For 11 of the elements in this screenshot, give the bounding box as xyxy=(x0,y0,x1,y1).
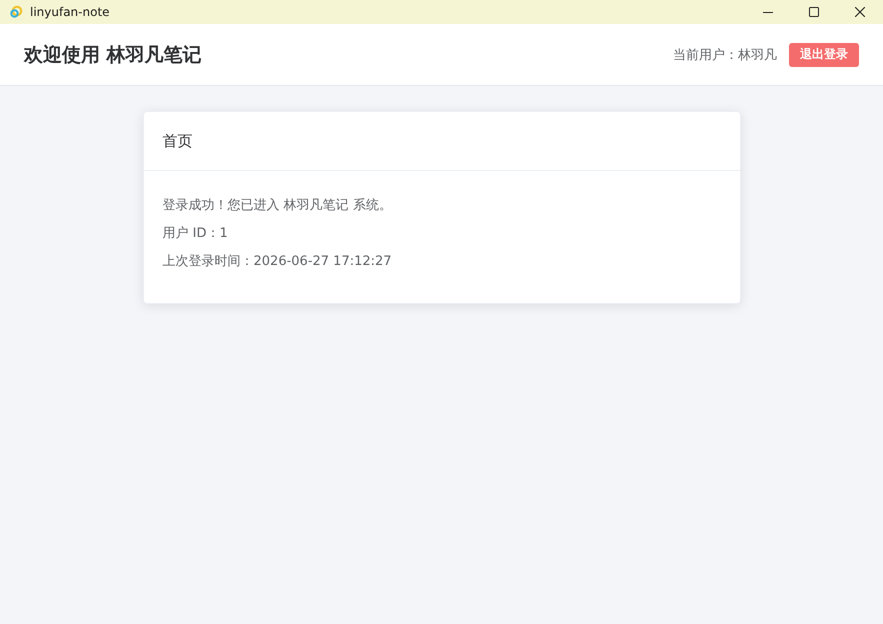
app-logo-icon xyxy=(9,5,23,19)
logout-button[interactable]: 退出登录 xyxy=(789,42,859,66)
close-icon xyxy=(855,7,865,17)
app-title: 欢迎使用 林羽凡笔记 xyxy=(24,42,202,68)
card-title: 首页 xyxy=(162,132,192,150)
current-user-label: 当前用户：林羽凡 xyxy=(673,46,777,64)
info-text: 登录成功！您已进入 林羽凡笔记 系统。 xyxy=(162,197,393,215)
info-text: 用户 ID：1 xyxy=(162,225,229,243)
window-title: linyufan-note xyxy=(30,5,110,19)
info-text: 上次登录时间：2026-06-27 17:12:27 xyxy=(162,253,393,271)
maximize-icon xyxy=(809,7,819,17)
